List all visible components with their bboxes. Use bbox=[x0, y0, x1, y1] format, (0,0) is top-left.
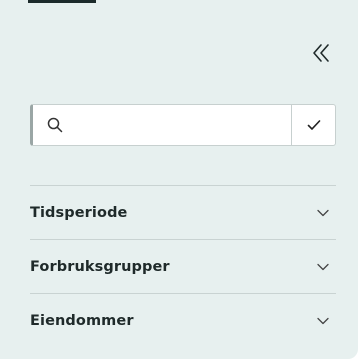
chevron-down-icon bbox=[316, 314, 330, 328]
filter-panel: Tidsperiode Forbruksgrupper Eiendommer bbox=[0, 0, 358, 359]
filter-label: Forbruksgrupper bbox=[30, 258, 170, 275]
check-icon bbox=[307, 120, 320, 130]
collapse-panel-button[interactable] bbox=[310, 40, 332, 66]
active-tab-indicator bbox=[28, 0, 96, 3]
search-field bbox=[30, 104, 336, 146]
filter-label: Tidsperiode bbox=[30, 204, 128, 221]
double-chevron-left-icon bbox=[313, 44, 329, 62]
filter-eiendommer[interactable]: Eiendommer bbox=[30, 293, 336, 347]
chevron-down-icon bbox=[316, 206, 330, 220]
search-input[interactable] bbox=[65, 105, 291, 145]
chevron-down-icon bbox=[316, 260, 330, 274]
filter-list: Tidsperiode Forbruksgrupper Eiendommer bbox=[30, 185, 336, 347]
confirm-search-button[interactable] bbox=[291, 105, 335, 145]
filter-tidsperiode[interactable]: Tidsperiode bbox=[30, 185, 336, 239]
filter-forbruksgrupper[interactable]: Forbruksgrupper bbox=[30, 239, 336, 293]
search-icon bbox=[45, 115, 65, 135]
filter-label: Eiendommer bbox=[30, 312, 134, 329]
